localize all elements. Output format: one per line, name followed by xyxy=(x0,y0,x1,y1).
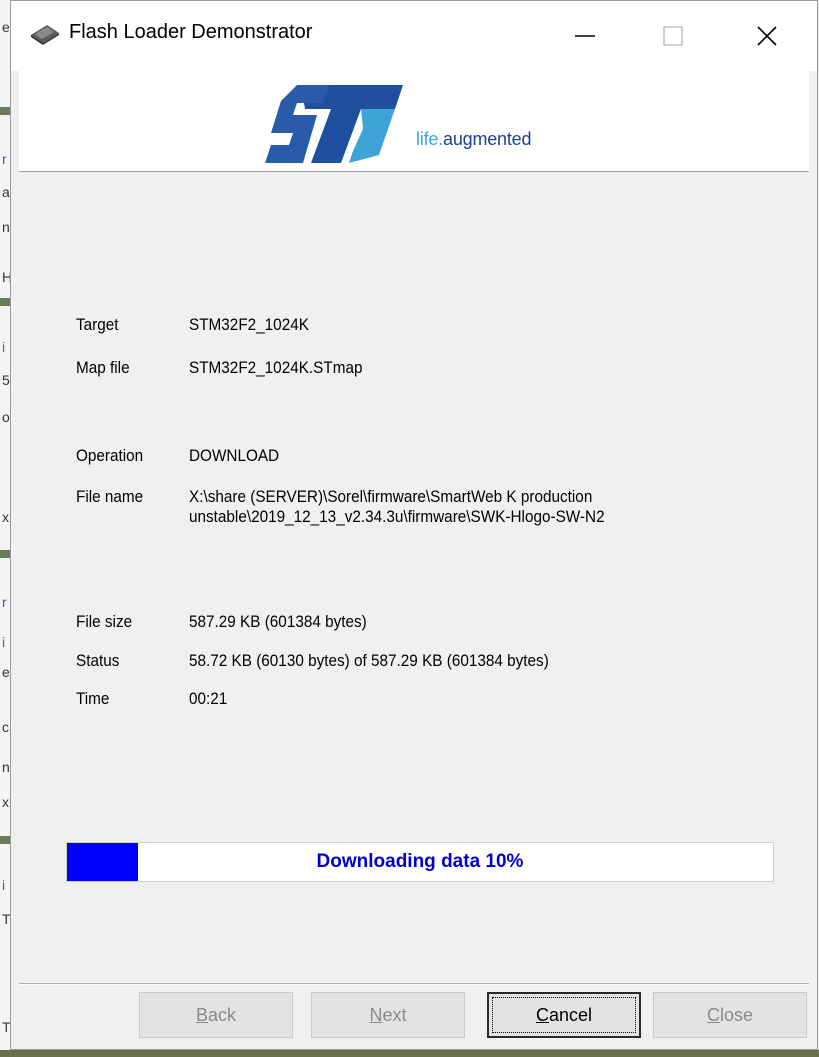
file-size-value: 587.29 KB (601384 bytes) xyxy=(189,612,367,631)
maximize-icon xyxy=(643,11,703,61)
status-label: Status xyxy=(76,651,120,670)
footer-separator xyxy=(19,983,809,985)
back-button[interactable]: Back xyxy=(139,992,293,1038)
operation-value: DOWNLOAD xyxy=(189,446,280,465)
file-size-label: File size xyxy=(76,612,133,631)
time-value: 00:21 xyxy=(189,689,228,708)
window-title: Flash Loader Demonstrator xyxy=(69,21,313,43)
content-area: Target STM32F2_1024K Map file STM32F2_10… xyxy=(19,173,809,973)
file-name-line2: unstable\2019_12_13_v2.34.3u\firmware\SW… xyxy=(189,507,605,526)
target-label: Target xyxy=(76,315,119,334)
operation-label: Operation xyxy=(76,446,144,465)
close-button[interactable]: Close xyxy=(653,992,807,1038)
map-file-label: Map file xyxy=(76,358,130,377)
taskbar-edge xyxy=(0,1050,819,1057)
map-file-value: STM32F2_1024K.STmap xyxy=(189,358,363,377)
file-name-label: File name xyxy=(76,487,144,506)
cancel-button[interactable]: Cancel xyxy=(487,992,641,1038)
target-value: STM32F2_1024K xyxy=(189,315,309,334)
file-name-line1: X:\share (SERVER)\Sorel\firmware\SmartWe… xyxy=(189,487,593,506)
progress-text: Downloading data 10% xyxy=(316,851,524,872)
minimize-icon[interactable] xyxy=(555,11,615,61)
close-icon[interactable] xyxy=(737,11,797,61)
flash-loader-window: Flash Loader Demonstrator life.augmented… xyxy=(10,0,818,1050)
progress-bar: Downloading data 10% xyxy=(66,842,774,882)
focus-rect xyxy=(492,997,636,1033)
st-logo xyxy=(257,79,417,170)
chip-icon xyxy=(29,23,61,50)
title-bar[interactable]: Flash Loader Demonstrator xyxy=(11,1,817,71)
status-value: 58.72 KB (60130 bytes) of 587.29 KB (601… xyxy=(189,651,549,670)
next-button[interactable]: Next xyxy=(311,992,465,1038)
time-label: Time xyxy=(76,689,110,708)
tagline: life.augmented xyxy=(416,129,532,149)
logo-banner: life.augmented xyxy=(19,71,809,172)
